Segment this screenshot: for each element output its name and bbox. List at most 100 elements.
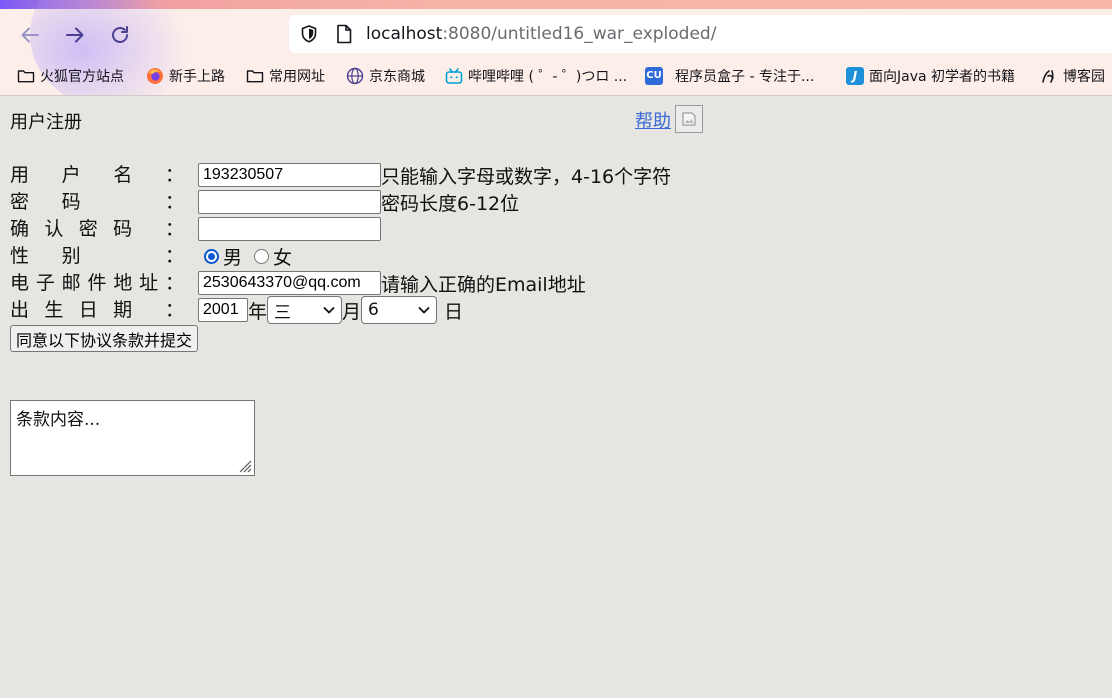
broken-image-icon	[682, 112, 696, 126]
label-char: 码	[61, 191, 81, 213]
bookmark-label: 博客园	[1063, 69, 1105, 85]
folder-icon	[17, 67, 35, 85]
label-char: 件	[87, 272, 107, 294]
back-button[interactable]	[17, 22, 43, 48]
gender-female-label: 女	[273, 246, 293, 269]
reload-icon	[112, 26, 128, 43]
username-hint: 只能输入字母或数字，4-16个字符	[381, 165, 672, 188]
gender-male-radio[interactable]	[204, 248, 219, 264]
label-char: 性	[10, 245, 30, 267]
username-label: 用 户 名 ：	[10, 162, 198, 188]
label-char: 别	[61, 245, 81, 267]
label-char: 电	[10, 272, 30, 294]
bookmark-item[interactable]: 新手上路	[146, 64, 225, 88]
submit-button[interactable]: 同意以下协议条款并提交	[10, 325, 199, 352]
label-char: 密	[78, 218, 98, 240]
chevron-down-icon	[418, 306, 430, 314]
bookmark-item[interactable]: CU 程序员盒子 - 专注于...	[645, 64, 814, 88]
gender-female-radio[interactable]	[254, 248, 270, 264]
label-char: 户	[61, 164, 81, 186]
password-input[interactable]	[198, 190, 381, 214]
day-unit: 日	[444, 300, 464, 323]
label-colon: ：	[164, 299, 184, 321]
gender-male-label: 男	[223, 246, 243, 269]
label-colon: ：	[164, 164, 184, 186]
confirm-password-input[interactable]	[198, 217, 381, 241]
month-value: 三	[274, 302, 292, 323]
bookmark-label: 火狐官方站点	[40, 69, 124, 85]
confirm-password-label: 确 认 密 码 ：	[10, 216, 198, 242]
email-input[interactable]	[198, 271, 381, 295]
shield-icon[interactable]	[299, 24, 319, 44]
bookmark-item[interactable]: 哔哩哔哩 ( ゜- ゜)つロ ...	[445, 64, 627, 88]
bookmark-item[interactable]: 火狐官方站点	[17, 64, 124, 88]
confirm-password-row: 确 认 密 码 ：	[10, 216, 381, 242]
terms-textarea[interactable]: 条款内容...	[10, 400, 255, 476]
label-char: 地	[113, 272, 133, 294]
page-title: 用户注册	[10, 112, 82, 133]
username-input[interactable]	[198, 163, 381, 187]
label-char: 确	[10, 218, 30, 240]
label-colon: ：	[164, 218, 184, 240]
label-colon: ：	[164, 245, 184, 267]
chevron-down-icon	[323, 306, 335, 314]
terms-text: 条款内容...	[16, 410, 101, 430]
bookmark-item[interactable]: J 面向Java 初学者的书籍	[846, 64, 1015, 88]
password-row: 密 码 ： 密码长度6-12位	[10, 189, 519, 215]
firefox-icon	[146, 67, 164, 85]
bookmark-label: 哔哩哔哩 ( ゜- ゜)つロ ...	[468, 69, 628, 85]
url-text[interactable]: localhost:8080/untitled16_war_exploded/	[366, 24, 716, 44]
page-content: 用户注册 帮助 用 户 名 ： 只能输入字母或数字，4-16个字符 密 码 ：	[0, 96, 1112, 698]
email-hint: 请输入正确的Email地址	[381, 273, 586, 296]
globe-icon	[346, 67, 364, 85]
bookmark-item[interactable]: 博客园	[1040, 64, 1105, 88]
bookmark-label: 常用网址	[269, 69, 325, 85]
bookmark-label: 程序员盒子 - 专注于...	[675, 69, 815, 85]
gender-options: 男 女	[198, 243, 292, 270]
label-char: 期	[113, 299, 133, 321]
label-char: 密	[10, 191, 30, 213]
year-unit: 年	[248, 300, 268, 323]
birthday-label: 出 生 日 期 ：	[10, 297, 198, 323]
email-row: 电 子 邮 件 地 址 ： 请输入正确的Email地址	[10, 270, 586, 296]
birthday-row: 出 生 日 期 ： 年 三 月 6 日	[10, 296, 464, 324]
label-char: 日	[78, 299, 98, 321]
cu-icon: CU	[645, 67, 663, 85]
bookmark-item[interactable]: 常用网址	[246, 64, 325, 88]
reload-button[interactable]	[107, 22, 133, 48]
label-char: 生	[44, 299, 64, 321]
birth-year-input[interactable]	[198, 298, 248, 322]
label-char: 用	[10, 164, 30, 186]
forward-arrow-icon	[66, 27, 84, 43]
birth-day-select[interactable]: 6	[361, 296, 438, 324]
broken-image-placeholder	[675, 105, 703, 133]
resize-handle-icon[interactable]	[236, 457, 252, 473]
java-icon: J	[846, 67, 864, 85]
password-label: 密 码 ：	[10, 189, 198, 215]
forward-button[interactable]	[62, 22, 88, 48]
folder-icon	[246, 67, 264, 85]
username-row: 用 户 名 ： 只能输入字母或数字，4-16个字符	[10, 162, 671, 188]
url-host: localhost	[366, 24, 443, 44]
label-colon: ：	[164, 191, 184, 213]
label-char: 认	[44, 218, 64, 240]
day-value: 6	[368, 300, 379, 320]
label-char: 出	[10, 299, 30, 321]
label-char: 址	[139, 272, 159, 294]
gender-label: 性 别 ：	[10, 243, 198, 269]
browser-toolbar: localhost:8080/untitled16_war_exploded/ …	[0, 0, 1112, 96]
bookmarks-toolbar: 火狐官方站点 新手上路 常用网址 京东商城 哔哩哔哩 ( ゜- ゜)つロ ...	[0, 64, 1112, 90]
bookmark-item[interactable]: 京东商城	[346, 64, 425, 88]
label-colon: ：	[164, 272, 184, 294]
page-info-icon[interactable]	[335, 24, 353, 44]
month-unit: 月	[342, 300, 362, 323]
label-char: 码	[113, 218, 133, 240]
password-hint: 密码长度6-12位	[381, 192, 520, 215]
bookmark-label: 面向Java 初学者的书籍	[869, 69, 1016, 85]
help-link[interactable]: 帮助	[635, 107, 671, 133]
birth-month-select[interactable]: 三	[267, 296, 343, 324]
bookmark-label: 京东商城	[369, 69, 425, 85]
address-bar[interactable]: localhost:8080/untitled16_war_exploded/	[289, 15, 1112, 53]
back-arrow-icon	[21, 27, 39, 43]
bilibili-icon	[445, 67, 463, 85]
